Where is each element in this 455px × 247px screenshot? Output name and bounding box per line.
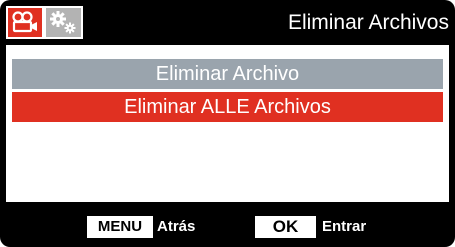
menu-item-delete-all-files[interactable]: Eliminar ALLE Archivos: [12, 92, 443, 122]
ok-key-button[interactable]: OK: [255, 216, 316, 238]
page-title: Eliminar Archivos: [287, 11, 449, 34]
enter-action-label: Entrar: [322, 218, 367, 235]
device-screen: Eliminar Archivos Eliminar Archivo Elimi…: [0, 0, 455, 247]
menu-key-button[interactable]: MENU: [87, 216, 153, 238]
back-action-label: Atrás: [157, 218, 196, 235]
menu-list: Eliminar Archivo Eliminar ALLE Archivos: [6, 45, 449, 202]
menu-item-delete-file[interactable]: Eliminar Archivo: [12, 59, 443, 89]
video-camera-icon: [12, 11, 37, 33]
tab-settings[interactable]: [44, 6, 83, 39]
footer-bar: MENU Atrás OK Entrar: [0, 202, 455, 247]
tab-video[interactable]: [6, 6, 44, 39]
gears-icon: [50, 11, 76, 34]
